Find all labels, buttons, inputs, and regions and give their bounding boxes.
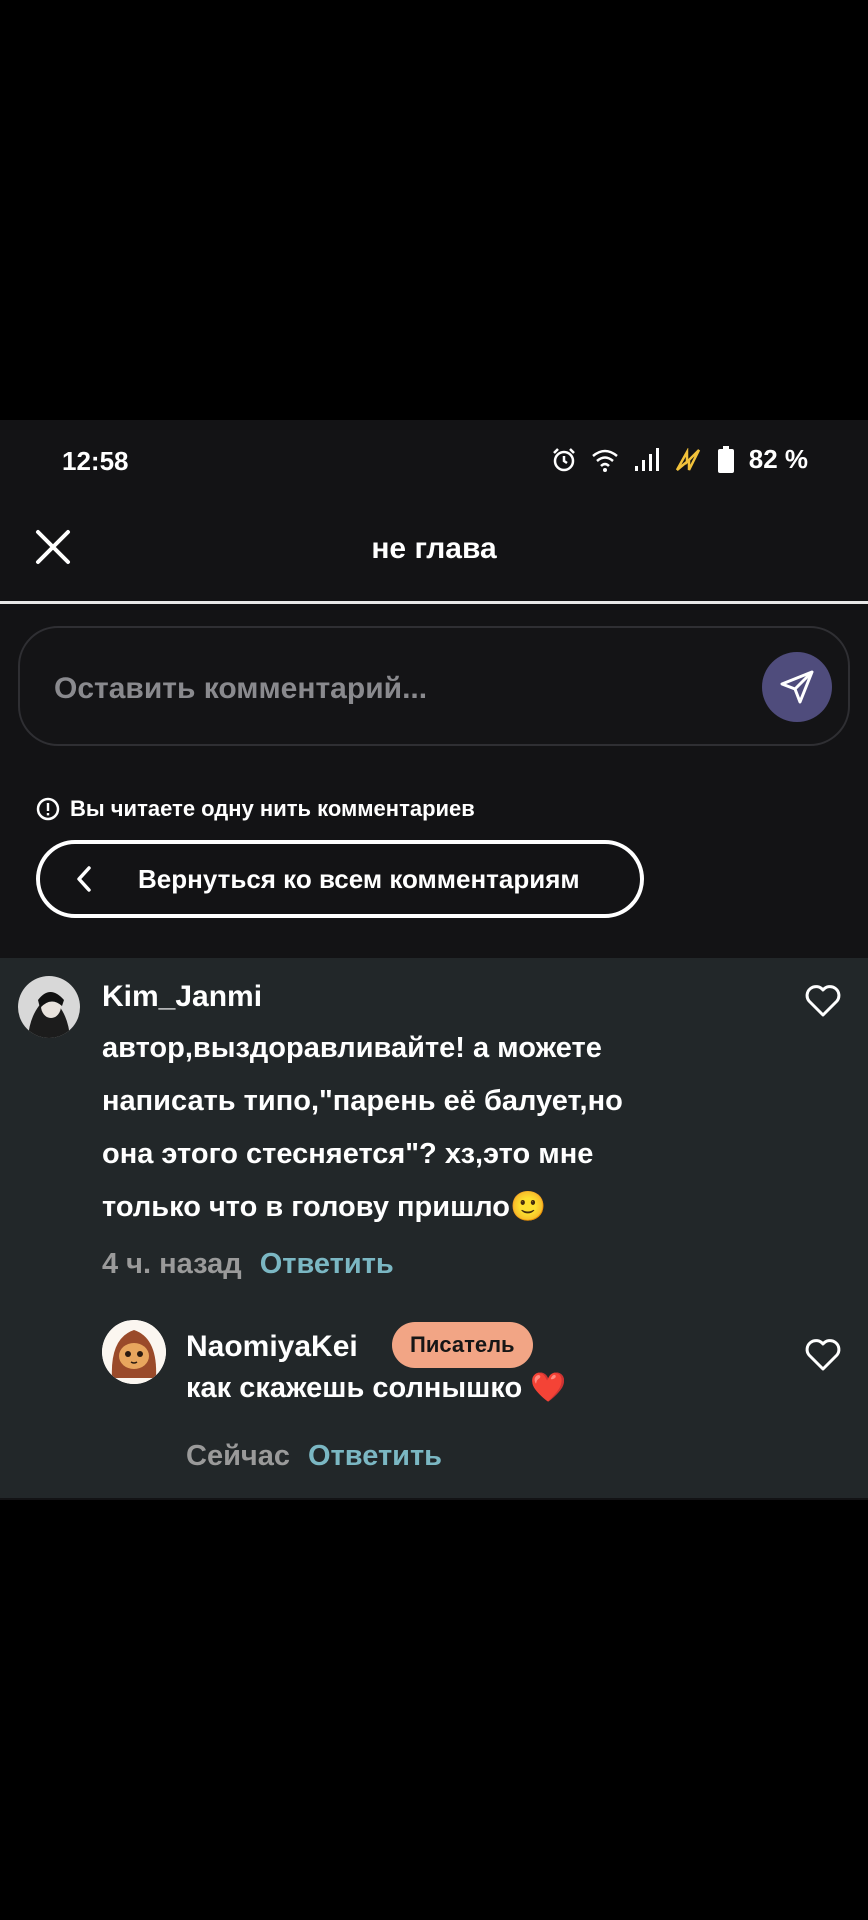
comment-time: 4 ч. назад xyxy=(102,1248,242,1280)
comment-reply: NaomiyaKei Писатель как скажешь солнышко… xyxy=(0,1318,868,1498)
like-heart-icon[interactable] xyxy=(804,984,842,1018)
alarm-icon xyxy=(552,447,575,471)
comment-input[interactable]: Оставить комментарий... xyxy=(18,626,850,746)
page-title: не глава xyxy=(371,532,497,565)
reply-button[interactable]: Ответить xyxy=(308,1440,442,1473)
battery-icon xyxy=(717,445,734,473)
avatar[interactable] xyxy=(102,1320,166,1384)
comment-line: автор,выздоравливайте! а можете xyxy=(102,1032,602,1064)
back-button-label: Вернуться ко всем комментариям xyxy=(138,863,580,894)
status-icons: 82 % xyxy=(551,444,808,475)
send-icon xyxy=(780,670,814,704)
username[interactable]: Kim_Janmi xyxy=(102,980,262,1014)
username[interactable]: NaomiyaKei xyxy=(186,1330,358,1364)
like-heart-icon[interactable] xyxy=(804,1338,842,1372)
comment: Kim_Janmi автор,выздоравливайте! а может… xyxy=(0,958,868,1280)
comment-text: автор,выздоравливайте! а можете написать… xyxy=(102,1022,802,1234)
comment-time: Сейчас xyxy=(186,1440,290,1472)
thread-notice: Вы читаете одну нить комментариев xyxy=(36,796,475,822)
avatar[interactable] xyxy=(18,976,80,1038)
comment-meta: 4 ч. назад Ответить xyxy=(102,1248,394,1281)
chevron-left-icon xyxy=(77,866,91,892)
comment-line: только что в голову пришло🙂 xyxy=(102,1191,547,1223)
wifi-icon xyxy=(591,449,618,472)
comment-meta: Сейчас Ответить xyxy=(186,1440,442,1473)
header: не глава xyxy=(0,500,868,604)
thread-notice-text: Вы читаете одну нить комментариев xyxy=(70,796,475,821)
back-to-all-comments-button[interactable]: Вернуться ко всем комментариям xyxy=(36,840,644,918)
reply-button[interactable]: Ответить xyxy=(260,1248,394,1281)
info-icon xyxy=(36,797,60,821)
send-button[interactable] xyxy=(762,652,832,722)
comment-line: она этого стесняется"? хз,это мне xyxy=(102,1138,594,1170)
charging-icon xyxy=(675,447,700,471)
comment-line: написать типо,"парень её балует,но xyxy=(102,1085,623,1117)
status-time: 12:58 xyxy=(62,446,129,476)
signal-icon xyxy=(634,447,659,471)
comment-thread: Kim_Janmi автор,выздоравливайте! а может… xyxy=(0,958,868,1498)
comment-input-placeholder: Оставить комментарий... xyxy=(54,672,428,705)
app-screen: 12:58 82 % не глава Оставить комментарий… xyxy=(0,420,868,1500)
battery-percent: 82 % xyxy=(748,444,808,474)
comment-text: как скажешь солнышко ❤️ xyxy=(186,1372,567,1404)
status-bar: 12:58 82 % xyxy=(0,420,868,500)
